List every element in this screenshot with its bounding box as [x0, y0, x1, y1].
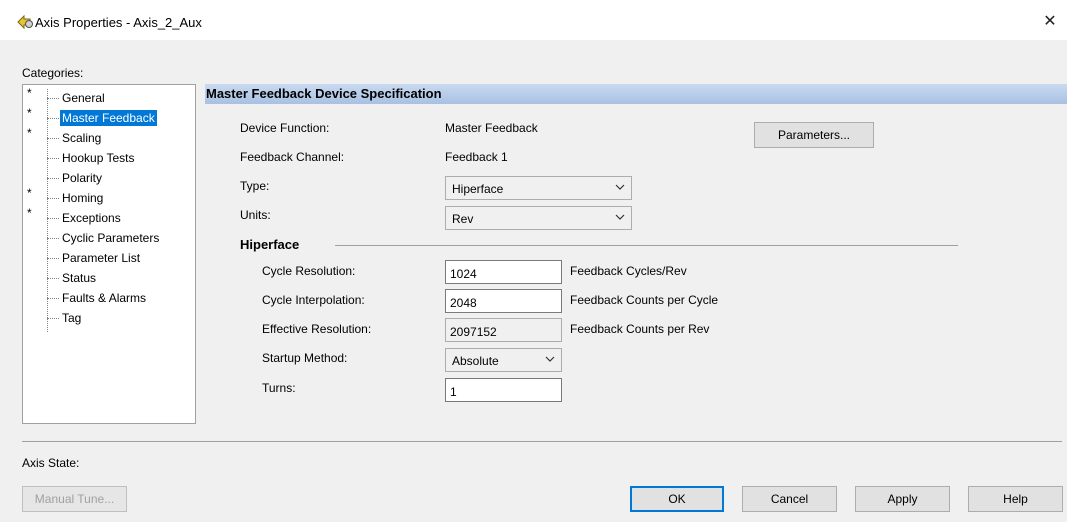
tree-item-label: Master Feedback — [60, 110, 157, 126]
startup-method-label: Startup Method: — [262, 351, 348, 365]
tree-item-tag[interactable]: Tag — [23, 308, 195, 328]
cycle-interpolation-label: Cycle Interpolation: — [262, 293, 365, 307]
effective-resolution-label: Effective Resolution: — [262, 322, 372, 336]
hiperface-divider — [335, 245, 958, 246]
tree-item-scaling[interactable]: * Scaling — [23, 126, 195, 148]
feedback-channel-label: Feedback Channel: — [240, 150, 345, 164]
chevron-down-icon — [615, 180, 625, 194]
tree-item-label: Scaling — [62, 131, 102, 145]
tree-item-polarity[interactable]: Polarity — [23, 168, 195, 188]
modified-star-icon: * — [27, 206, 32, 220]
cycle-resolution-input[interactable]: 1024 — [445, 260, 562, 284]
tree-item-label: Status — [62, 271, 97, 285]
cycle-resolution-unit: Feedback Cycles/Rev — [570, 264, 687, 278]
footer-divider — [22, 441, 1062, 442]
cancel-button[interactable]: Cancel — [742, 486, 837, 512]
startup-method-value: Absolute — [452, 354, 499, 368]
effective-resolution-field: 2097152 — [445, 318, 562, 342]
turns-input[interactable]: 1 — [445, 378, 562, 402]
apply-button[interactable]: Apply — [855, 486, 950, 512]
categories-tree[interactable]: * General * Master Feedback * Scaling Ho… — [22, 84, 196, 424]
modified-star-icon: * — [27, 106, 32, 120]
cycle-interpolation-input[interactable]: 2048 — [445, 289, 562, 313]
modified-star-icon: * — [27, 186, 32, 200]
tree-item-cyclic-parameters[interactable]: Cyclic Parameters — [23, 228, 195, 248]
tree-item-label: Exceptions — [62, 211, 121, 225]
tree-item-label: Homing — [62, 191, 104, 205]
turns-label: Turns: — [262, 381, 296, 395]
cycle-interpolation-unit: Feedback Counts per Cycle — [570, 293, 719, 307]
cycle-resolution-label: Cycle Resolution: — [262, 264, 356, 278]
close-icon[interactable]: ✕ — [1040, 12, 1060, 32]
parameters-button[interactable]: Parameters... — [754, 122, 874, 148]
tree-item-faults-alarms[interactable]: Faults & Alarms — [23, 288, 195, 308]
tree-item-label: Faults & Alarms — [62, 291, 147, 305]
effective-resolution-unit: Feedback Counts per Rev — [570, 322, 710, 336]
tree-item-exceptions[interactable]: * Exceptions — [23, 206, 195, 228]
type-select[interactable]: Hiperface — [445, 176, 632, 200]
modified-star-icon: * — [27, 126, 32, 140]
tree-item-label: Tag — [62, 311, 82, 325]
tree-item-status[interactable]: Status — [23, 268, 195, 288]
chevron-down-icon — [545, 352, 555, 366]
tree-item-label: Parameter List — [62, 251, 141, 265]
device-function-value: Master Feedback — [445, 121, 538, 135]
tree-item-hookup-tests[interactable]: Hookup Tests — [23, 148, 195, 168]
tree-item-label: Polarity — [62, 171, 103, 185]
units-select-value: Rev — [452, 212, 474, 226]
tree-item-label: General — [62, 91, 105, 105]
units-select[interactable]: Rev — [445, 206, 632, 230]
units-label: Units: — [240, 208, 271, 222]
section-title: Master Feedback Device Specification — [206, 86, 442, 101]
window-title: Axis Properties - Axis_2_Aux — [35, 15, 202, 30]
categories-label: Categories: — [22, 66, 84, 80]
axis-properties-icon — [16, 14, 36, 30]
ok-button[interactable]: OK — [630, 486, 724, 512]
manual-tune-button[interactable]: Manual Tune... — [22, 486, 127, 512]
hiperface-heading: Hiperface — [240, 237, 300, 252]
startup-method-select[interactable]: Absolute — [445, 348, 562, 372]
tree-item-master-feedback[interactable]: * Master Feedback — [23, 106, 195, 128]
chevron-down-icon — [615, 210, 625, 224]
help-button[interactable]: Help — [968, 486, 1063, 512]
modified-star-icon: * — [27, 86, 32, 100]
tree-item-homing[interactable]: * Homing — [23, 186, 195, 208]
tree-item-general[interactable]: * General — [23, 86, 195, 108]
tree-item-label: Hookup Tests — [62, 151, 135, 165]
tree-item-label: Cyclic Parameters — [62, 231, 160, 245]
type-select-value: Hiperface — [452, 182, 504, 196]
axis-state-label: Axis State: — [22, 456, 80, 470]
feedback-channel-value: Feedback 1 — [445, 150, 508, 164]
tree-item-parameter-list[interactable]: Parameter List — [23, 248, 195, 268]
type-label: Type: — [240, 179, 270, 193]
device-function-label: Device Function: — [240, 121, 330, 135]
